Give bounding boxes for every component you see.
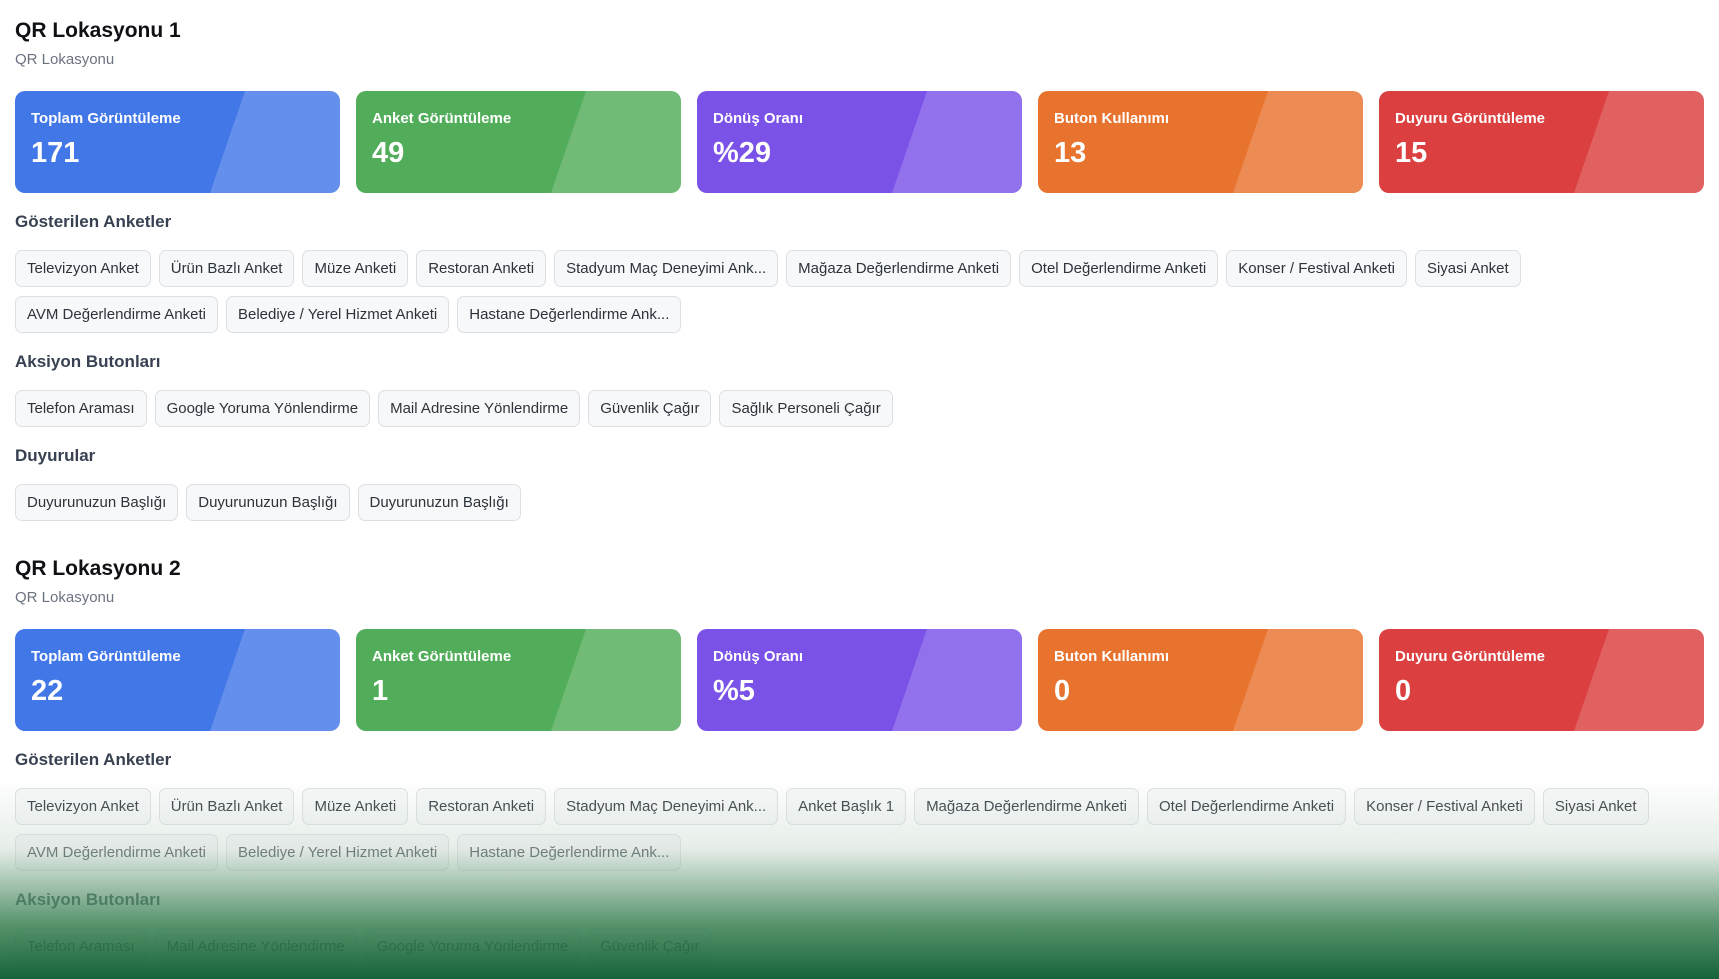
stat-label: Toplam Görüntüleme <box>31 110 181 127</box>
chip[interactable]: Müze Anketi <box>302 250 409 287</box>
chip[interactable]: Konser / Festival Anketi <box>1226 250 1407 287</box>
chip[interactable]: Siyasi Anket <box>1542 788 1649 825</box>
chip[interactable]: Anket Başlık 1 <box>786 788 907 825</box>
chip[interactable]: Stadyum Maç Deneyimi Ank... <box>554 250 779 287</box>
chip[interactable]: Google Yoruma Yönlendirme <box>364 928 581 965</box>
chip[interactable]: Telefon Araması <box>15 390 147 427</box>
qr-location-2: QR Lokasyonu 2 QR Lokasyonu Toplam Görüntü… <box>15 554 1704 965</box>
chip-list: Duyurunuzun Başlığı Duyurunuzun Başlığı Du… <box>15 484 1704 521</box>
stat-card[interactable]: Anket Görüntüleme 1 <box>356 629 681 731</box>
stat-value: %5 <box>713 675 755 707</box>
stat-label: Anket Görüntüleme <box>372 648 512 665</box>
chip[interactable]: Stadyum Maç Deneyimi Ank... <box>554 788 779 825</box>
chip[interactable]: Otel Değerlendirme Anketi <box>1147 788 1347 825</box>
stat-value: %29 <box>713 137 772 169</box>
location-spacer <box>15 521 1704 552</box>
stat-cards: Toplam Görüntüleme 171 Anket Görüntüleme 49… <box>15 91 1704 193</box>
chip[interactable]: Ürün Bazlı Anket <box>158 788 295 825</box>
chip[interactable]: Televizyon Anket <box>15 788 151 825</box>
qr-location-1: QR Lokasyonu 1 QR Lokasyonu Toplam Görüntü… <box>15 16 1704 521</box>
stat-card[interactable]: Buton Kullanımı 13 <box>1038 91 1363 193</box>
stat-label: Toplam Görüntüleme <box>31 648 181 665</box>
chip[interactable]: Müze Anketi <box>302 788 409 825</box>
chip[interactable]: Hastane Değerlendirme Ank... <box>457 834 682 871</box>
stat-card[interactable]: Dönüş Oranı %29 <box>697 91 1022 193</box>
chip[interactable]: AVM Değerlendirme Anketi <box>15 296 218 333</box>
chip[interactable]: Hastane Değerlendirme Ank... <box>457 296 682 333</box>
chip[interactable]: Mağaza Değerlendirme Anketi <box>786 250 1012 287</box>
chip-list: Telefon Araması Mail Adresine Yönlendirme… <box>15 928 1704 965</box>
chip[interactable]: Ürün Bazlı Anket <box>158 250 295 287</box>
chip[interactable]: Belediye / Yerel Hizmet Anketi <box>225 834 450 871</box>
chip-list: Televizyon Anket Ürün Bazlı Anket Müze Ank… <box>15 250 1704 333</box>
stat-value: 0 <box>1054 675 1071 707</box>
section-title: Duyurular <box>15 446 96 465</box>
chip[interactable]: AVM Değerlendirme Anketi <box>15 834 218 871</box>
stat-value: 1 <box>372 675 389 707</box>
stat-value: 22 <box>31 675 64 707</box>
chip[interactable]: Televizyon Anket <box>15 250 151 287</box>
stat-value: 171 <box>31 137 80 169</box>
stat-card[interactable]: Anket Görüntüleme 49 <box>356 91 681 193</box>
location-subtitle: QR Lokasyonu <box>15 51 115 68</box>
stat-card[interactable]: Dönüş Oranı %5 <box>697 629 1022 731</box>
stat-label: Buton Kullanımı <box>1054 110 1169 127</box>
chip[interactable]: Güvenlik Çağır <box>588 928 712 965</box>
stat-card[interactable]: Duyuru Görüntüleme 15 <box>1379 91 1704 193</box>
chip[interactable]: Mağaza Değerlendirme Anketi <box>914 788 1140 825</box>
chip[interactable]: Restoran Anketi <box>416 250 547 287</box>
chip[interactable]: Güvenlik Çağır <box>588 390 712 427</box>
location-subtitle: QR Lokasyonu <box>15 589 115 606</box>
stat-value: 13 <box>1054 137 1087 169</box>
chip-list: Televizyon Anket Ürün Bazlı Anket Müze Ank… <box>15 788 1704 871</box>
chip[interactable]: Duyurunuzun Başlığı <box>186 484 350 521</box>
chip[interactable]: Google Yoruma Yönlendirme <box>154 390 371 427</box>
chip[interactable]: Restoran Anketi <box>416 788 547 825</box>
stat-label: Duyuru Görüntüleme <box>1395 110 1546 127</box>
stat-value: 0 <box>1395 675 1412 707</box>
stat-value: 49 <box>372 137 405 169</box>
stat-label: Dönüş Oranı <box>713 648 804 665</box>
location-title: QR Lokasyonu 1 <box>15 19 181 42</box>
stat-cards: Toplam Görüntüleme 22 Anket Görüntüleme 1 Dö… <box>15 629 1704 731</box>
chip[interactable]: Konser / Festival Anketi <box>1354 788 1535 825</box>
stat-label: Buton Kullanımı <box>1054 648 1169 665</box>
chip[interactable]: Mail Adresine Yönlendirme <box>154 928 357 965</box>
chip[interactable]: Duyurunuzun Başlığı <box>15 484 179 521</box>
chip[interactable]: Telefon Araması <box>15 928 147 965</box>
chip[interactable]: Otel Değerlendirme Anketi <box>1019 250 1219 287</box>
section-title: Aksiyon Butonları <box>15 890 161 909</box>
section-title: Gösterilen Anketler <box>15 212 172 231</box>
location-title: QR Lokasyonu 2 <box>15 557 181 580</box>
stat-label: Duyuru Görüntüleme <box>1395 648 1546 665</box>
stat-card[interactable]: Buton Kullanımı 0 <box>1038 629 1363 731</box>
chip-list: Telefon Araması Google Yoruma Yönlendirme… <box>15 390 1704 427</box>
section-title: Aksiyon Butonları <box>15 352 161 371</box>
stat-card[interactable]: Toplam Görüntüleme 22 <box>15 629 340 731</box>
stat-label: Anket Görüntüleme <box>372 110 512 127</box>
chip[interactable]: Siyasi Anket <box>1414 250 1521 287</box>
chip[interactable]: Sağlık Personeli Çağır <box>719 390 893 427</box>
chip[interactable]: Duyurunuzun Başlığı <box>357 484 521 521</box>
chip[interactable]: Mail Adresine Yönlendirme <box>378 390 581 427</box>
stat-card[interactable]: Duyuru Görüntüleme 0 <box>1379 629 1704 731</box>
stat-label: Dönüş Oranı <box>713 110 804 127</box>
dashboard: QR Lokasyonu 1 QR Lokasyonu Toplam Görüntü… <box>0 0 1719 979</box>
section-title: Gösterilen Anketler <box>15 750 172 769</box>
chip[interactable]: Belediye / Yerel Hizmet Anketi <box>225 296 450 333</box>
stat-card[interactable]: Toplam Görüntüleme 171 <box>15 91 340 193</box>
stat-value: 15 <box>1395 137 1428 169</box>
